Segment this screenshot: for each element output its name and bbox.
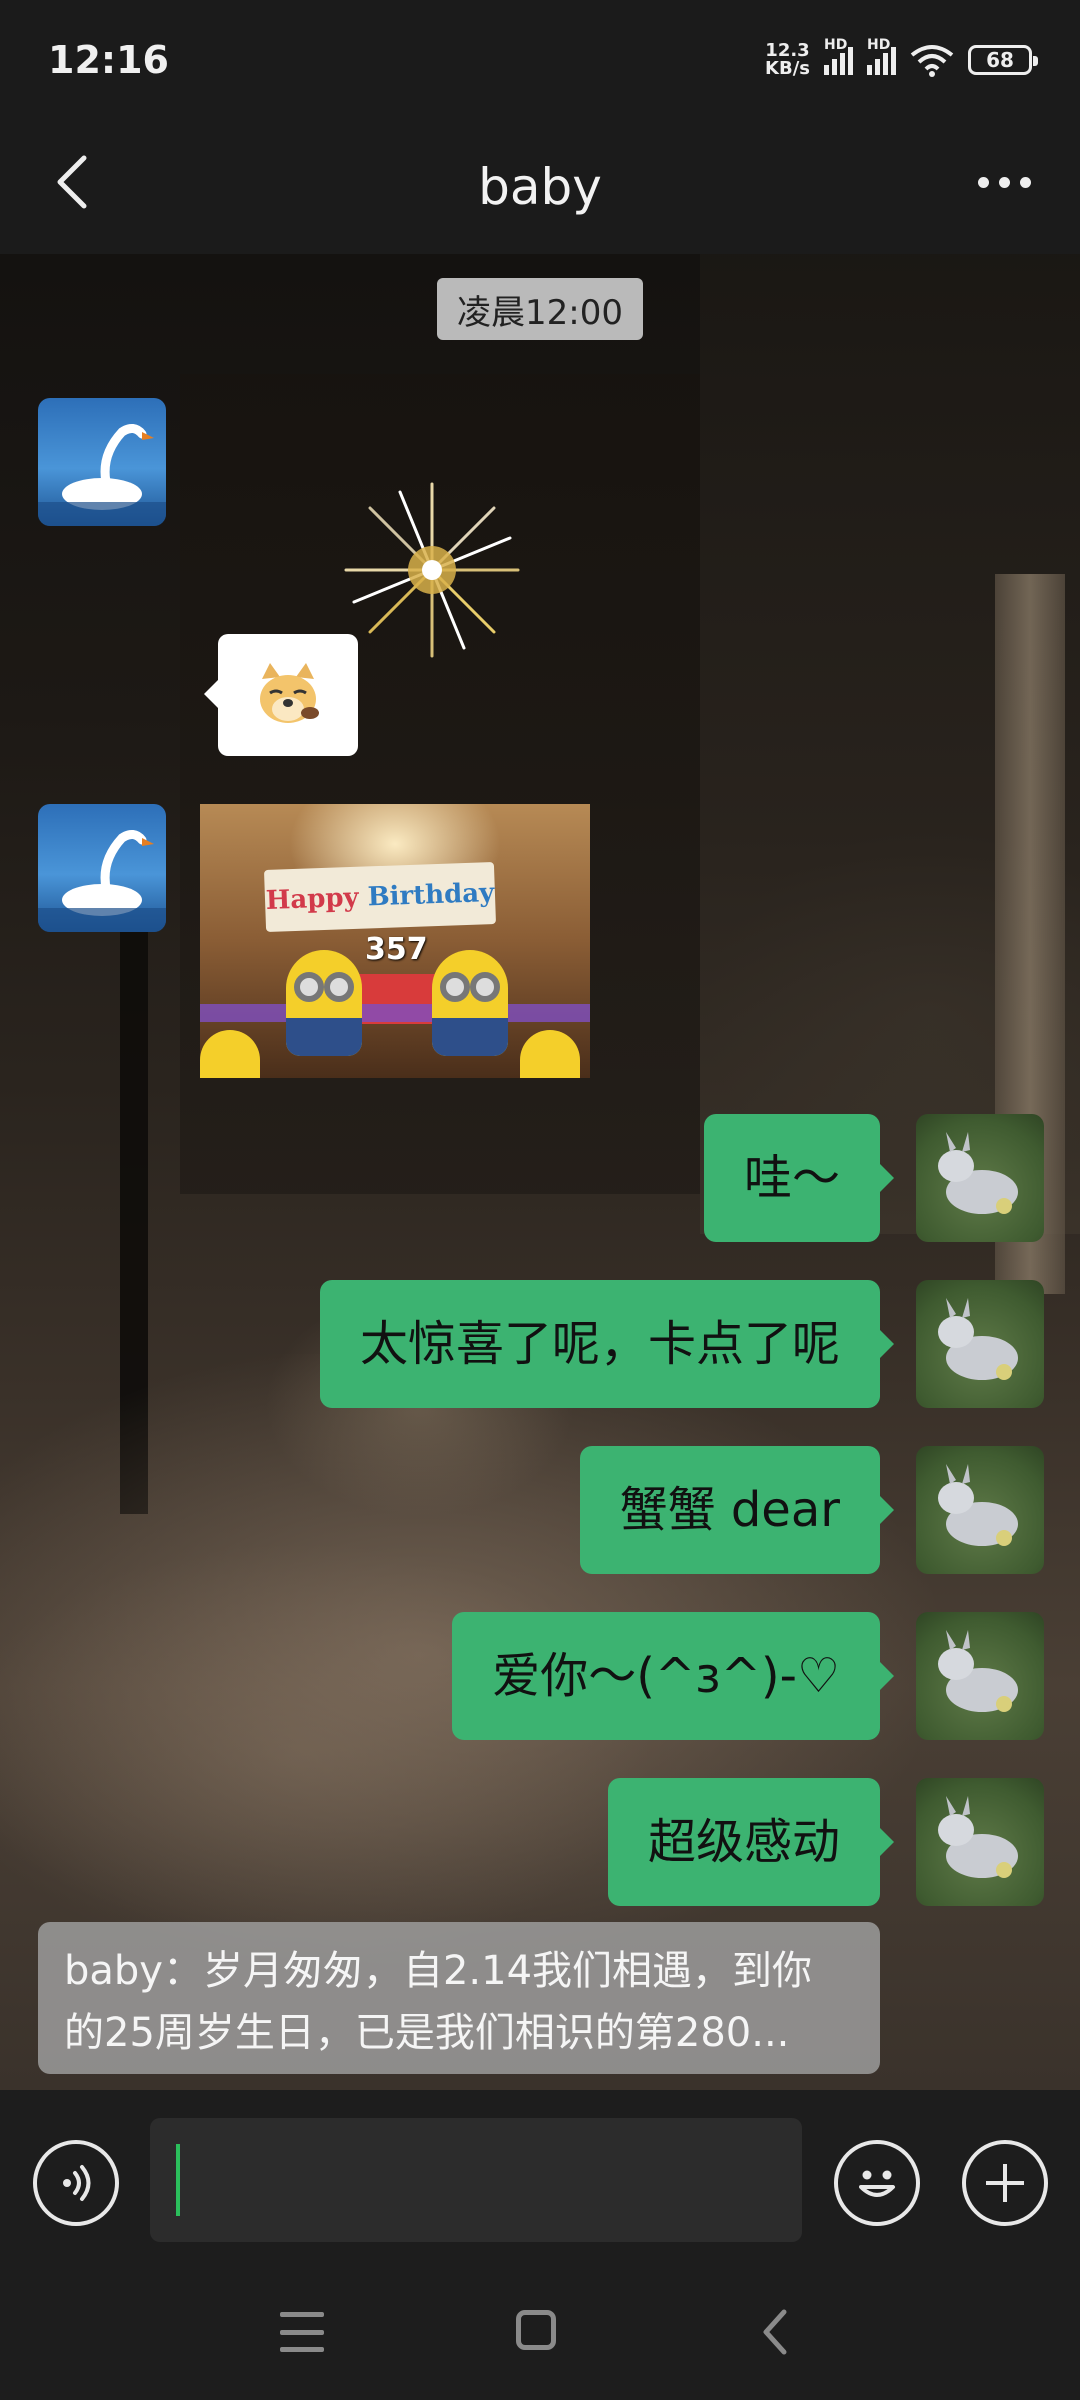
my-avatar[interactable] bbox=[916, 1114, 1044, 1242]
voice-icon bbox=[63, 2165, 91, 2201]
doge-emoji bbox=[260, 663, 319, 723]
emoji-icon bbox=[859, 2170, 895, 2197]
more-button[interactable] bbox=[964, 150, 1044, 214]
plus-button[interactable] bbox=[962, 2140, 1048, 2226]
minion-small-left bbox=[200, 1030, 260, 1078]
decor-stripe bbox=[200, 1004, 590, 1022]
toy-donkey-icon bbox=[938, 1464, 1018, 1546]
outgoing-message-row: 超级感动 bbox=[607, 1778, 1044, 1906]
toy-donkey-icon bbox=[938, 1630, 1018, 1712]
toy-donkey-icon bbox=[938, 1298, 1018, 1380]
text-cursor bbox=[176, 2144, 180, 2216]
minion-right bbox=[432, 950, 508, 1056]
chat-title: baby bbox=[478, 158, 602, 216]
my-avatar[interactable] bbox=[916, 1280, 1044, 1408]
signal-icon: HD bbox=[824, 37, 853, 75]
toy-donkey-icon bbox=[938, 1796, 1018, 1878]
more-horizontal-icon bbox=[977, 176, 989, 188]
birthday-banner: Happy Birthday bbox=[263, 862, 497, 932]
network-speed-unit: KB/s bbox=[765, 58, 810, 79]
status-icons: 12.3 KB/s HD HD 68 bbox=[765, 37, 1038, 78]
menu-icon[interactable] bbox=[280, 2312, 324, 2352]
message-bubble[interactable]: 爱你～(^з^)-♡ bbox=[452, 1612, 894, 1740]
preview-line-1: baby：岁月匆匆，自2.14我们相遇，到你 bbox=[64, 1948, 813, 1994]
network-speed: 12.3 KB/s bbox=[765, 42, 810, 78]
hd-label: HD bbox=[824, 37, 848, 53]
my-avatar[interactable] bbox=[916, 1446, 1044, 1574]
outgoing-message-row: 蟹蟹 dear bbox=[579, 1446, 1044, 1574]
back-icon[interactable] bbox=[755, 2308, 795, 2356]
minion-left bbox=[286, 950, 362, 1056]
banner-word-happy: Happy bbox=[265, 882, 360, 916]
emoji-button[interactable] bbox=[834, 2140, 920, 2226]
message-bubble[interactable]: 哇～ bbox=[703, 1114, 895, 1242]
banner-word-birthday: Birthday bbox=[367, 878, 495, 913]
message-input[interactable] bbox=[150, 2118, 802, 2242]
birthday-number: 357 bbox=[365, 932, 428, 967]
swan-icon bbox=[38, 424, 166, 526]
input-bar bbox=[0, 2090, 1080, 2270]
voice-button[interactable] bbox=[33, 2140, 119, 2226]
signal-icon-2: HD bbox=[867, 37, 896, 75]
message-timestamp: 凌晨12:00 bbox=[437, 278, 643, 340]
new-message-preview[interactable]: baby：岁月匆匆，自2.14我们相遇，到你 的25周岁生日，已是我们相识的第2… bbox=[38, 1922, 880, 2074]
chevron-left-icon bbox=[57, 155, 87, 209]
doge-sticker-bubble[interactable] bbox=[204, 634, 358, 756]
hd-label-2: HD bbox=[867, 37, 891, 53]
home-icon[interactable] bbox=[516, 2310, 556, 2350]
message-bubble[interactable]: 超级感动 bbox=[607, 1778, 895, 1906]
status-bar: 12:16 12.3 KB/s HD HD 68 bbox=[0, 0, 1080, 120]
status-time: 12:16 bbox=[48, 38, 169, 82]
toy-donkey-icon bbox=[938, 1132, 1018, 1214]
my-avatar[interactable] bbox=[916, 1778, 1044, 1906]
contact-avatar[interactable] bbox=[38, 804, 166, 932]
firework-sticker[interactable] bbox=[340, 478, 524, 662]
outgoing-message-row: 爱你～(^з^)-♡ bbox=[452, 1612, 1044, 1740]
contact-avatar[interactable] bbox=[38, 398, 166, 526]
chat-header: baby bbox=[0, 120, 1080, 254]
my-avatar[interactable] bbox=[916, 1612, 1044, 1740]
message-bubble[interactable]: 蟹蟹 dear bbox=[579, 1446, 895, 1574]
system-nav-bar bbox=[0, 2270, 1080, 2400]
preview-line-2: 的25周岁生日，已是我们相识的第280... bbox=[64, 2010, 790, 2056]
back-button[interactable] bbox=[40, 150, 104, 214]
message-bubble[interactable]: 太惊喜了呢，卡点了呢 bbox=[319, 1280, 895, 1408]
battery-indicator: 68 bbox=[968, 45, 1038, 75]
birthday-gif[interactable]: Happy Birthday 357 bbox=[200, 804, 590, 1078]
outgoing-message-row: 哇～ bbox=[703, 1114, 1044, 1242]
outgoing-message-row: 太惊喜了呢，卡点了呢 bbox=[319, 1280, 1044, 1408]
swan-icon bbox=[38, 830, 166, 932]
minion-small-right bbox=[520, 1030, 580, 1078]
plus-icon bbox=[986, 2164, 1024, 2202]
wifi-icon bbox=[910, 45, 954, 77]
